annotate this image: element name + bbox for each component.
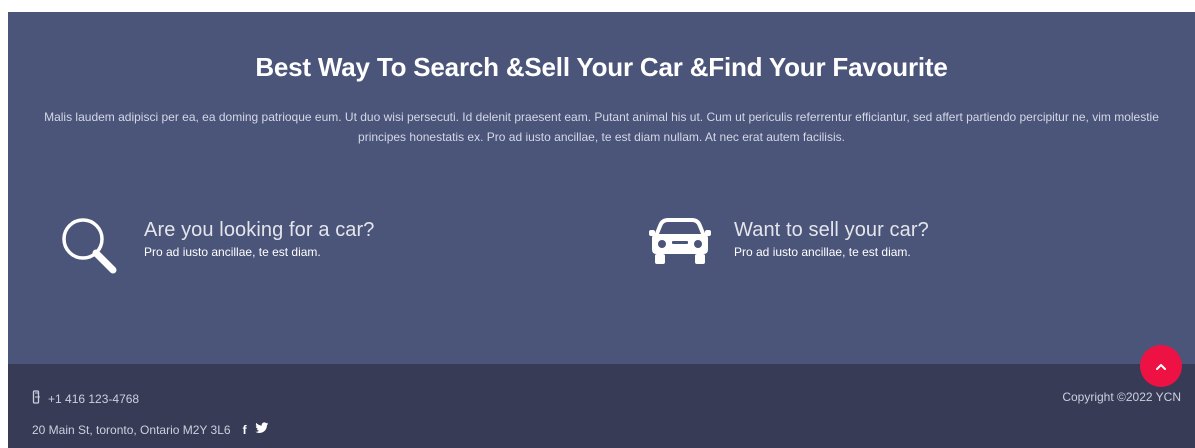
address-text: 20 Main St, toronto, Ontario M2Y 3L6: [32, 422, 231, 437]
feature-title: Want to sell your car?: [734, 219, 929, 241]
twitter-icon[interactable]: [254, 422, 269, 437]
feature-subtitle: Pro ad iusto ancillae, te est diam.: [734, 245, 911, 259]
feature-title: Are you looking for a car?: [144, 219, 375, 241]
copyright: Copyright ©2022 YCN: [1062, 390, 1181, 404]
facebook-icon[interactable]: f: [243, 423, 247, 437]
feature-subtitle: Pro ad iusto ancillae, te est diam.: [144, 245, 321, 259]
hero-description: Malis laudem adipisci per ea, ea doming …: [44, 110, 1159, 144]
search-icon: [56, 212, 128, 276]
feature-text: Want to sell your car? Pro ad iusto anci…: [734, 218, 1134, 261]
feature-text: Are you looking for a car? Pro ad iusto …: [144, 218, 544, 261]
page: Best Way To Search &Sell Your Car &Find …: [0, 0, 1195, 448]
footer-address: 20 Main St, toronto, Ontario M2Y 3L6 f: [32, 422, 269, 437]
phone-icon: [32, 390, 42, 407]
car-icon: [646, 212, 718, 276]
scroll-to-top-button[interactable]: [1140, 345, 1182, 387]
social-links: f: [243, 422, 269, 437]
hero-section: Best Way To Search &Sell Your Car &Find …: [8, 12, 1195, 364]
phone-link[interactable]: +1 416 123-4768: [48, 392, 139, 406]
footer: +1 416 123-4768 20 Main St, toronto, Ont…: [8, 364, 1195, 448]
footer-phone: +1 416 123-4768: [32, 390, 139, 407]
hero-title: Best Way To Search &Sell Your Car &Find …: [255, 52, 948, 82]
chevron-up-icon: [1156, 359, 1166, 374]
